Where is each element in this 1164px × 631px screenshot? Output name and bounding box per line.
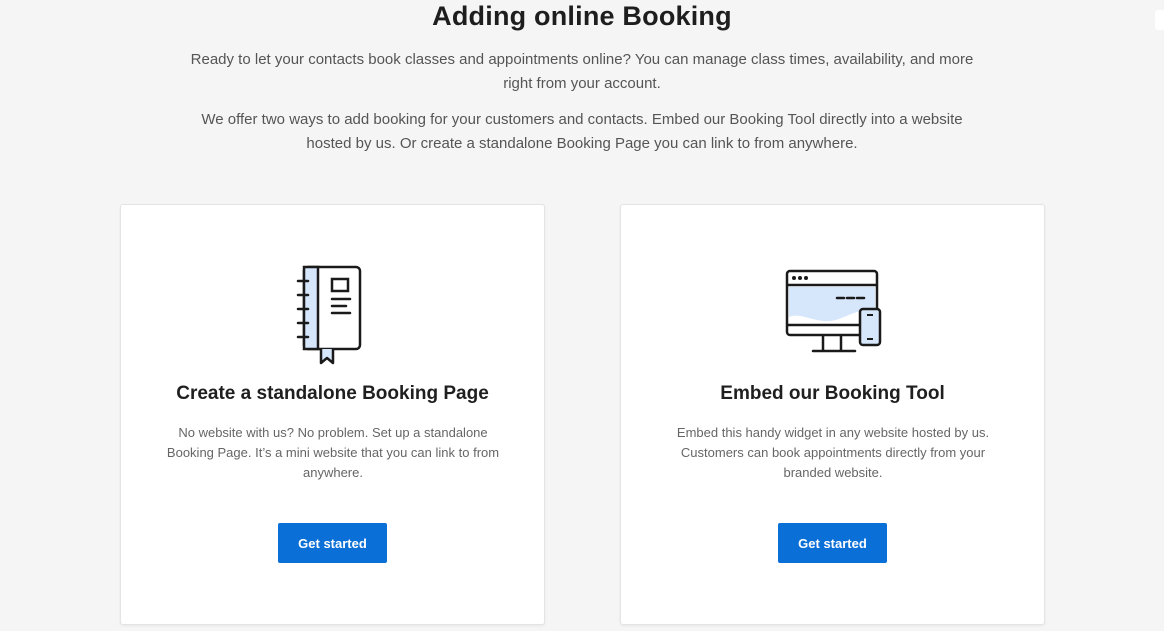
- intro-paragraph-1: Ready to let your contacts book classes …: [190, 51, 974, 92]
- card-title: Embed our Booking Tool: [720, 383, 945, 404]
- booking-options-page: Adding online Booking Ready to let your …: [0, 0, 1164, 631]
- card-description: Embed this handy widget in any website h…: [676, 425, 990, 480]
- scrollbar-stub[interactable]: [1155, 10, 1164, 30]
- booking-page-card: Create a standalone Booking Page No webs…: [120, 204, 545, 625]
- page-title: Adding online Booking: [432, 1, 732, 31]
- notebook-icon: [283, 263, 383, 367]
- get-started-booking-page-button[interactable]: Get started: [278, 523, 387, 563]
- card-description: No website with us? No problem. Set up a…: [166, 425, 500, 480]
- website-devices-icon: [783, 263, 883, 367]
- booking-tool-card: Embed our Booking Tool Embed this handy …: [620, 204, 1045, 625]
- card-title: Create a standalone Booking Page: [176, 383, 489, 404]
- intro-paragraph-2: We offer two ways to add booking for you…: [201, 111, 963, 152]
- get-started-booking-tool-button[interactable]: Get started: [778, 523, 887, 563]
